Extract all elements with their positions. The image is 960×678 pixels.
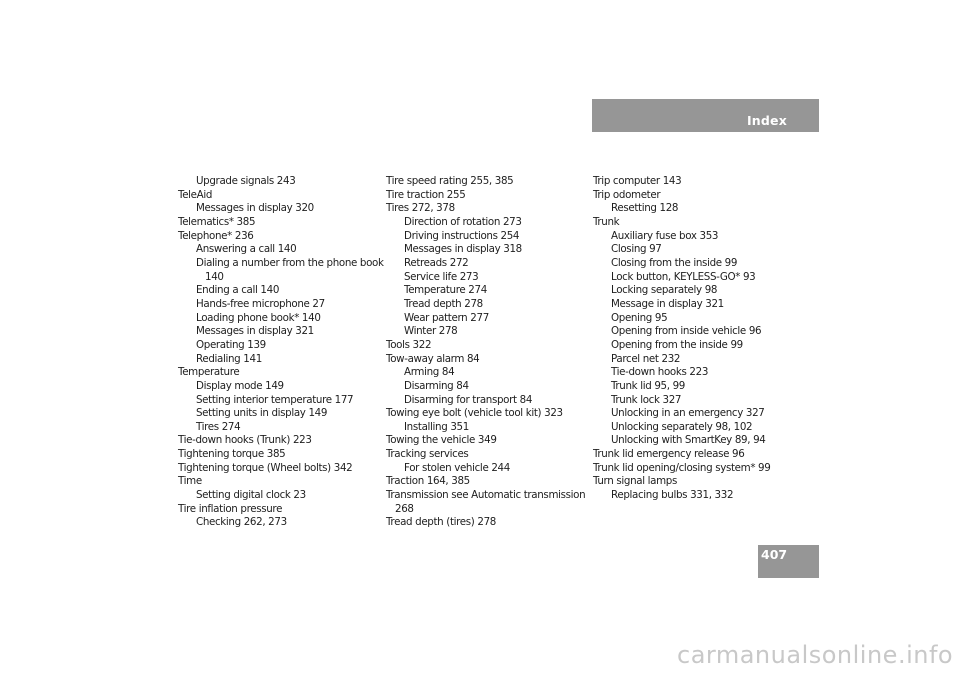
index-subentry: Dialing a number from the phone book bbox=[196, 256, 384, 269]
index-entry: Traction 164, 385 bbox=[386, 475, 470, 488]
index-subentry: Direction of rotation 273 bbox=[404, 215, 522, 228]
index-subentry: Replacing bulbs 331, 332 bbox=[611, 489, 734, 502]
index-subentry: Messages in display 321 bbox=[196, 325, 314, 338]
index-entry: Telematics* 385 bbox=[178, 215, 256, 228]
index-entry: Trunk lid emergency release 96 bbox=[593, 448, 745, 461]
index-entry: TeleAid bbox=[178, 188, 213, 201]
index-entry: Temperature bbox=[178, 366, 240, 379]
index-subentry: Lock button, KEYLESS-GO* 93 bbox=[611, 270, 756, 283]
index-subentry: Message in display 321 bbox=[611, 297, 724, 310]
index-entry: Tie-down hooks (Trunk) 223 bbox=[178, 434, 312, 447]
index-entry: Tow-away alarm 84 bbox=[386, 352, 480, 365]
watermark: carmanualsonline.info bbox=[677, 641, 954, 669]
page-number: 407 bbox=[761, 547, 788, 562]
index-subentry: Opening from inside vehicle 96 bbox=[611, 325, 762, 338]
index-subentry: Tread depth 278 bbox=[404, 297, 483, 310]
index-subentry: Tires 274 bbox=[196, 420, 241, 433]
index-entry: Trunk bbox=[593, 215, 620, 228]
index-subentry: Trunk lid 95, 99 bbox=[611, 379, 685, 392]
index-subentry: Messages in display 320 bbox=[196, 202, 314, 215]
index-entry: Towing eye bolt (vehicle tool kit) 323 bbox=[386, 407, 563, 420]
index-entry: Tracking services bbox=[386, 448, 469, 461]
index-entry: Towing the vehicle 349 bbox=[386, 434, 497, 447]
index-subentry: Upgrade signals 243 bbox=[196, 175, 296, 187]
page-number-box: 407 bbox=[758, 545, 819, 578]
index-subentry: Wear pattern 277 bbox=[404, 311, 489, 324]
index-subentry: Setting interior temperature 177 bbox=[196, 393, 354, 406]
index-subentry: Trunk lock 327 bbox=[611, 393, 682, 406]
index-entry: Tire inflation pressure bbox=[178, 502, 283, 515]
index-subentry: Messages in display 318 bbox=[404, 243, 522, 256]
index-subentry: Disarming 84 bbox=[404, 379, 469, 392]
index-entry: Tire traction 255 bbox=[386, 188, 466, 201]
index-subentry: Opening 95 bbox=[611, 311, 668, 324]
index-entry-continuation: 268 bbox=[395, 502, 414, 515]
index-subentry: Tie-down hooks 223 bbox=[611, 366, 709, 379]
index-subentry: For stolen vehicle 244 bbox=[404, 461, 510, 474]
index-subentry: Unlocking separately 98, 102 bbox=[611, 420, 753, 433]
index-column-1: Upgrade signals 243 TeleAid Messages in di… bbox=[178, 175, 384, 530]
page-title: Index bbox=[746, 113, 787, 128]
index-entry: Time bbox=[178, 475, 202, 488]
index-subentry: Resetting 128 bbox=[611, 202, 679, 215]
index-subentry: Hands-free microphone 27 bbox=[196, 297, 325, 310]
index-subentry: Ending a call 140 bbox=[196, 284, 280, 297]
index-subentry: Checking 262, 273 bbox=[196, 516, 287, 529]
index-entry: Tools 322 bbox=[386, 338, 432, 351]
index-entry: Trunk lid opening/closing system* 99 bbox=[593, 461, 771, 474]
index-entry-continuation: 140 bbox=[205, 270, 224, 283]
index-entry: Transmission see Automatic transmission bbox=[386, 489, 586, 502]
index-subentry: Service life 273 bbox=[404, 270, 479, 283]
index-subentry: Operating 139 bbox=[196, 338, 266, 351]
index-subentry: Arming 84 bbox=[404, 366, 455, 379]
index-subentry: Unlocking with SmartKey 89, 94 bbox=[611, 434, 766, 447]
index-subentry: Unlocking in an emergency 327 bbox=[611, 407, 765, 420]
index-entry: Telephone* 236 bbox=[178, 229, 254, 242]
index-subentry: Parcel net 232 bbox=[611, 352, 681, 365]
index-subentry: Loading phone book* 140 bbox=[196, 311, 321, 324]
index-subentry: Temperature 274 bbox=[404, 284, 487, 297]
index-subentry: Display mode 149 bbox=[196, 379, 284, 392]
index-subentry: Winter 278 bbox=[404, 325, 458, 338]
index-subentry: Closing from the inside 99 bbox=[611, 256, 738, 269]
index-subentry: Locking separately 98 bbox=[611, 284, 718, 297]
index-entry: Trip odometer bbox=[593, 188, 661, 201]
index-subentry: Auxiliary fuse box 353 bbox=[611, 229, 719, 242]
index-subentry: Answering a call 140 bbox=[196, 243, 297, 256]
index-subentry: Setting units in display 149 bbox=[196, 407, 328, 420]
index-subentry: Redialing 141 bbox=[196, 352, 262, 365]
index-entry: Tread depth (tires) 278 bbox=[386, 516, 496, 529]
index-entry: Trip computer 143 bbox=[593, 175, 682, 187]
index-entry: Tightening torque (Wheel bolts) 342 bbox=[178, 461, 353, 474]
index-subentry: Closing 97 bbox=[611, 243, 662, 256]
index-subentry: Opening from the inside 99 bbox=[611, 338, 743, 351]
index-entry: Tires 272, 378 bbox=[386, 202, 455, 215]
index-subentry: Installing 351 bbox=[404, 420, 469, 433]
index-column-2: Tire speed rating 255, 385 Tire traction … bbox=[386, 175, 591, 530]
index-subentry: Setting digital clock 23 bbox=[196, 489, 306, 502]
index-subentry: Driving instructions 254 bbox=[404, 229, 520, 242]
index-column-3: Trip computer 143 Trip odometer Resetting … bbox=[593, 175, 798, 503]
index-subentry: Retreads 272 bbox=[404, 256, 469, 269]
index-header-bar: Index bbox=[592, 99, 819, 132]
index-entry: Turn signal lamps bbox=[593, 475, 677, 488]
index-entry: Tightening torque 385 bbox=[178, 448, 286, 461]
index-subentry: Disarming for transport 84 bbox=[404, 393, 533, 406]
index-entry: Tire speed rating 255, 385 bbox=[386, 175, 514, 187]
